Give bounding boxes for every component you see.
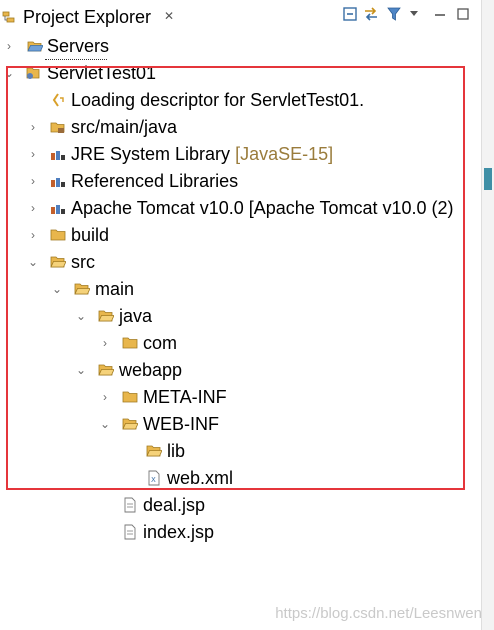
chevron-down-icon[interactable]: ⌄ [27, 249, 39, 275]
chevron-right-icon[interactable]: › [3, 33, 15, 59]
package-folder-icon [50, 122, 65, 133]
collapse-all-icon[interactable] [342, 6, 358, 22]
tree-item-deal-jsp[interactable]: deal.jsp [0, 492, 481, 518]
chevron-down-icon[interactable]: ⌄ [3, 60, 15, 86]
link-with-editor-icon[interactable] [363, 6, 379, 22]
tree-item-label: WEB-INF [143, 414, 219, 434]
project-icon [26, 67, 40, 79]
tree-item-web-xml[interactable]: X web.xml [0, 465, 481, 491]
tree-item-label: java [119, 306, 153, 326]
tree-item-com[interactable]: › com [0, 330, 481, 356]
chevron-right-icon[interactable]: › [99, 384, 111, 410]
folder-open-icon [98, 310, 114, 322]
folder-icon [50, 229, 66, 241]
library-decoration: [JavaSE-15] [235, 144, 334, 164]
library-icon [51, 205, 65, 214]
chevron-down-icon[interactable]: ⌄ [75, 357, 87, 383]
close-icon[interactable]: ✕ [164, 9, 174, 23]
chevron-down-icon[interactable]: ⌄ [51, 276, 63, 302]
tree-item-label: JRE System Library [JavaSE-15] [71, 141, 333, 167]
tree-item-jre-system-library[interactable]: › JRE System Library [JavaSE-15] [0, 141, 481, 167]
tree-item-webapp[interactable]: ⌄ webapp [0, 357, 481, 383]
tree-item-referenced-libraries[interactable]: › Referenced Libraries [0, 168, 481, 194]
tree-item-src-main-java[interactable]: › src/main/java [0, 114, 481, 140]
tree-item-label: ServletTest01 [47, 63, 157, 83]
folder-open-icon [27, 41, 43, 52]
view-menu-icon[interactable] [406, 6, 422, 22]
tree-item-java[interactable]: ⌄ java [0, 303, 481, 329]
chevron-right-icon[interactable]: › [27, 195, 39, 221]
tree-item-label: index.jsp [143, 522, 215, 542]
tree-item-label: build [71, 225, 110, 245]
library-name: JRE System Library [71, 144, 231, 164]
chevron-right-icon[interactable]: › [27, 141, 39, 167]
tree-item-label: deal.jsp [143, 495, 206, 515]
tree-item-label: main [95, 279, 135, 299]
chevron-right-icon[interactable]: › [27, 114, 39, 140]
tree-item-label: Apache Tomcat v10.0 [Apache Tomcat v10.0… [71, 198, 454, 218]
library-icon [51, 178, 65, 187]
chevron-right-icon[interactable]: › [27, 222, 39, 248]
tree-item-label: Referenced Libraries [71, 171, 239, 191]
tree-item-label: webapp [119, 360, 183, 380]
tree-item-label: Servers [47, 36, 110, 56]
chevron-right-icon[interactable]: › [27, 168, 39, 194]
chevron-down-icon[interactable]: ⌄ [75, 303, 87, 329]
folder-open-icon [122, 418, 138, 430]
tree-item-src[interactable]: ⌄ src [0, 249, 481, 275]
right-edge-strip [481, 0, 494, 630]
tree-item-loading-descriptor[interactable]: Loading descriptor for ServletTest01. [0, 87, 481, 113]
jsp-file-icon [124, 497, 136, 513]
tree-item-meta-inf[interactable]: › META-INF [0, 384, 481, 410]
loading-icon [52, 93, 64, 107]
tree-item-apache-tomcat[interactable]: › Apache Tomcat v10.0 [Apache Tomcat v10… [0, 195, 481, 221]
tree-item-build[interactable]: › build [0, 222, 481, 248]
tree-item-label: com [143, 333, 178, 353]
chevron-down-icon[interactable]: ⌄ [99, 411, 111, 437]
tree-item-label: web.xml [167, 468, 234, 488]
tree-item-web-inf[interactable]: ⌄ WEB-INF [0, 411, 481, 437]
xml-file-icon: X [148, 470, 160, 486]
tree-item-lib[interactable]: lib [0, 438, 481, 464]
view-tab-bar: Project Explorer ✕ [0, 0, 494, 34]
folder-open-icon [74, 283, 90, 295]
jsp-file-icon [124, 524, 136, 540]
svg-text:X: X [151, 476, 156, 484]
tree-item-label: src [71, 252, 95, 272]
tree-item-label: Loading descriptor for ServletTest01. [71, 90, 365, 110]
tree-item-servlettest01[interactable]: ⌄ ServletTest01 [0, 60, 481, 86]
project-explorer-icon [2, 11, 15, 23]
tree-item-index-jsp[interactable]: index.jsp [0, 519, 481, 545]
folder-open-icon [98, 364, 114, 376]
tree-item-main[interactable]: ⌄ main [0, 276, 481, 302]
tree-item-label: src/main/java [71, 117, 178, 137]
minimize-icon[interactable] [432, 6, 448, 22]
chevron-right-icon[interactable]: › [99, 330, 111, 356]
library-icon [51, 151, 65, 160]
folder-icon [146, 445, 162, 457]
maximize-icon[interactable] [455, 6, 471, 22]
tree-item-servers[interactable]: › Servers [0, 33, 481, 59]
tree-item-label: META-INF [143, 387, 227, 407]
folder-icon [122, 391, 138, 403]
filter-icon[interactable] [386, 6, 402, 22]
folder-open-icon [50, 256, 66, 268]
scroll-marker [484, 168, 492, 190]
folder-icon [122, 337, 138, 349]
tab-project-explorer[interactable]: Project Explorer [23, 7, 151, 28]
tree-item-label: lib [167, 441, 186, 461]
watermark: https://blog.csdn.net/Leesnwen [275, 605, 482, 622]
